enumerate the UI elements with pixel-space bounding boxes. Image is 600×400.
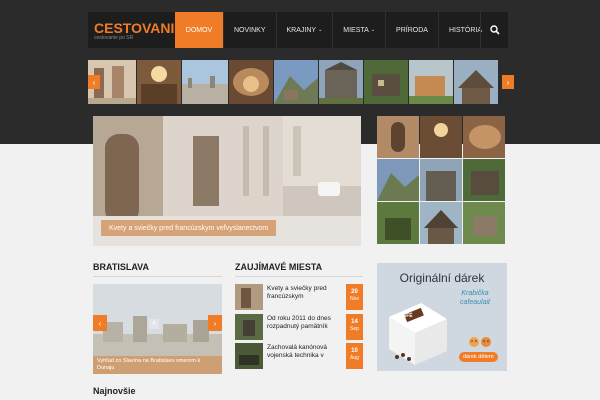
date-day: 14	[351, 319, 358, 325]
slide-indicator-text: 4	[152, 321, 156, 327]
hero-caption-text: Kvety a sviečky pred francúzskym veľvysl…	[109, 224, 269, 232]
section-divider	[235, 276, 363, 277]
section-title-bratislava[interactable]: BRATISLAVA	[93, 262, 149, 272]
chevron-left-icon: ‹	[98, 318, 102, 328]
date-badge: 10 Aug	[346, 343, 363, 369]
grid-photo[interactable]	[420, 159, 462, 201]
date-month: Aug	[350, 355, 359, 361]
ad-title: Originální dárek	[399, 271, 485, 285]
ad-subtitle: cafeaulait	[460, 299, 490, 306]
date-day: 10	[351, 348, 358, 354]
chevron-left-icon: ‹	[92, 77, 96, 87]
slide-indicator: 4	[149, 319, 159, 329]
kids-icon	[469, 337, 491, 347]
thumbnail[interactable]	[454, 60, 498, 104]
nav-label: KRAJINY	[286, 26, 317, 34]
date-badge: 20 Nov	[346, 284, 363, 310]
bratislava-slide[interactable]: ‹ › 4 Vyhľad zo Slavína na Bratislavu sm…	[93, 284, 222, 374]
date-badge: 14 Sep	[346, 314, 363, 340]
nav-item-miesta[interactable]: MIESTA ⌄	[332, 12, 385, 48]
nav-label: PRÍRODA	[396, 26, 428, 34]
section-title-najnovsie: Najnovšie	[93, 386, 136, 396]
nav-item-domov[interactable]: DOMOV	[175, 12, 223, 48]
hero-caption: Kvety a sviečky pred francúzskym veľvysl…	[101, 220, 277, 236]
grid-photo[interactable]	[377, 202, 419, 244]
chevron-right-icon: ›	[506, 77, 510, 87]
nav-label: MIESTA	[343, 26, 369, 34]
date-month: Nov	[350, 296, 359, 302]
strip-next-button[interactable]: ›	[502, 75, 514, 89]
nav-item-novinky[interactable]: NOVINKY	[223, 12, 276, 48]
nav-label: NOVINKY	[234, 26, 266, 34]
thumbnail[interactable]	[137, 60, 181, 104]
bratislava-prev-button[interactable]: ‹	[93, 315, 107, 331]
nav-label: DOMOV	[185, 26, 213, 34]
chevron-down-icon: ⌄	[370, 27, 376, 33]
news-title: Kvety a sviečky pred francúzskym	[267, 285, 327, 300]
news-item[interactable]: Od roku 2011 do dnes rozpadnutý pamätník…	[235, 314, 363, 340]
strip-prev-button[interactable]: ‹	[88, 75, 100, 89]
date-month: Sep	[350, 326, 359, 332]
chevron-right-icon: ›	[213, 318, 217, 328]
box-label: CAFÉ	[399, 313, 413, 319]
nav-item-krajiny[interactable]: KRAJINY ⌄	[275, 12, 333, 48]
logo-title: CESTOVANIE	[94, 20, 184, 36]
news-item[interactable]: Zachovalá kanónová vojenská technika v 1…	[235, 343, 363, 369]
thumbnail[interactable]	[229, 60, 273, 104]
chevron-down-icon: ⌄	[318, 27, 323, 33]
bratislava-caption: Vyhľad zo Slavína na Bratislavu smerom k…	[93, 356, 222, 374]
grid-photo[interactable]	[377, 116, 419, 158]
hero-slide[interactable]: Kvety a sviečky pred francúzskym veľvysl…	[93, 116, 361, 246]
news-title: Zachovalá kanónová vojenská technika v	[267, 344, 327, 359]
ad-subtitle: Krabička	[461, 290, 489, 297]
nav-label: HISTÓRIA	[448, 26, 482, 34]
nav-item-priroda[interactable]: PRÍRODA	[385, 12, 438, 48]
thumbnail[interactable]	[409, 60, 453, 104]
search-icon	[489, 25, 500, 35]
grid-photo[interactable]	[463, 116, 505, 158]
grid-photo[interactable]	[420, 202, 462, 244]
site-header: CESTOVANIE cestovanie po SR DOMOV NOVINK…	[88, 12, 508, 48]
bratislava-next-button[interactable]: ›	[208, 315, 222, 331]
date-day: 20	[351, 289, 358, 295]
site-logo[interactable]: CESTOVANIE cestovanie po SR	[94, 21, 184, 41]
news-title: Od roku 2011 do dnes rozpadnutý pamätník	[267, 315, 331, 330]
main-nav: DOMOV NOVINKY KRAJINY ⌄ MIESTA ⌄ PRÍRODA H…	[175, 12, 492, 48]
news-thumbnail	[235, 343, 263, 369]
thumbnail[interactable]	[319, 60, 363, 104]
news-item[interactable]: Kvety a sviečky pred francúzskym 20 Nov	[235, 284, 363, 310]
thumbnail[interactable]	[274, 60, 318, 104]
ad-banner[interactable]: Originální dárek Krabička cafeaulait CAF…	[377, 263, 507, 371]
news-thumbnail	[235, 284, 263, 310]
grid-photo[interactable]	[377, 159, 419, 201]
thumbnail[interactable]	[182, 60, 228, 104]
coffee-box-image	[389, 303, 447, 365]
thumbnail-strip: ‹ ›	[88, 60, 514, 104]
ad-cta-label: dárek dětem	[463, 354, 494, 360]
thumbnail[interactable]	[364, 60, 408, 104]
ad-cta-button[interactable]: dárek dětem	[459, 352, 498, 362]
grid-photo[interactable]	[420, 116, 462, 158]
news-thumbnail	[235, 314, 263, 340]
photo-grid	[377, 116, 507, 246]
section-title-zaujimave[interactable]: ZAUJÍMAVÉ MIESTA	[235, 262, 322, 272]
search-button[interactable]	[480, 12, 508, 48]
grid-photo[interactable]	[463, 159, 505, 201]
section-divider	[93, 276, 222, 277]
grid-photo[interactable]	[463, 202, 505, 244]
